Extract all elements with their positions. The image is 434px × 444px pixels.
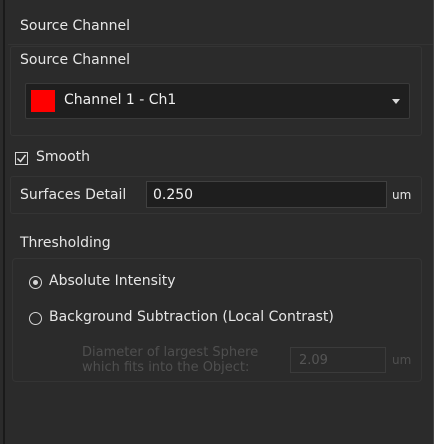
surfaces-detail-label: Surfaces Detail — [20, 187, 127, 203]
thresholding-label: Thresholding — [20, 235, 111, 251]
diameter-label: Diameter of largest Sphere which fits in… — [82, 345, 258, 375]
diameter-input[interactable] — [290, 347, 386, 373]
absolute-intensity-radio[interactable] — [29, 276, 42, 289]
diameter-label-line1: Diameter of largest Sphere — [82, 345, 259, 360]
background-subtraction-radio[interactable] — [29, 312, 42, 325]
checkmark-icon — [16, 154, 27, 163]
source-channel-label: Source Channel — [20, 52, 131, 68]
background-subtraction-label[interactable]: Background Subtraction (Local Contrast) — [49, 309, 334, 325]
smooth-checkbox[interactable] — [15, 152, 28, 165]
surfaces-detail-unit: um — [392, 188, 412, 202]
header-divider — [8, 44, 433, 45]
channel-color-swatch — [31, 90, 55, 112]
diameter-unit: um — [392, 353, 412, 367]
diameter-label-line2: which fits into the Object: — [82, 360, 250, 375]
source-channel-selected: Channel 1 - Ch1 — [64, 92, 177, 108]
source-channel-panel: Source Channel Source Channel Channel 1 … — [0, 0, 434, 444]
surfaces-detail-input[interactable] — [146, 181, 387, 208]
chevron-down-icon — [392, 99, 400, 104]
panel-header-title: Source Channel — [20, 18, 131, 34]
absolute-intensity-label[interactable]: Absolute Intensity — [49, 273, 176, 289]
source-channel-dropdown[interactable]: Channel 1 - Ch1 — [25, 83, 410, 119]
panel-left-edge — [3, 0, 5, 444]
smooth-label[interactable]: Smooth — [36, 149, 90, 165]
